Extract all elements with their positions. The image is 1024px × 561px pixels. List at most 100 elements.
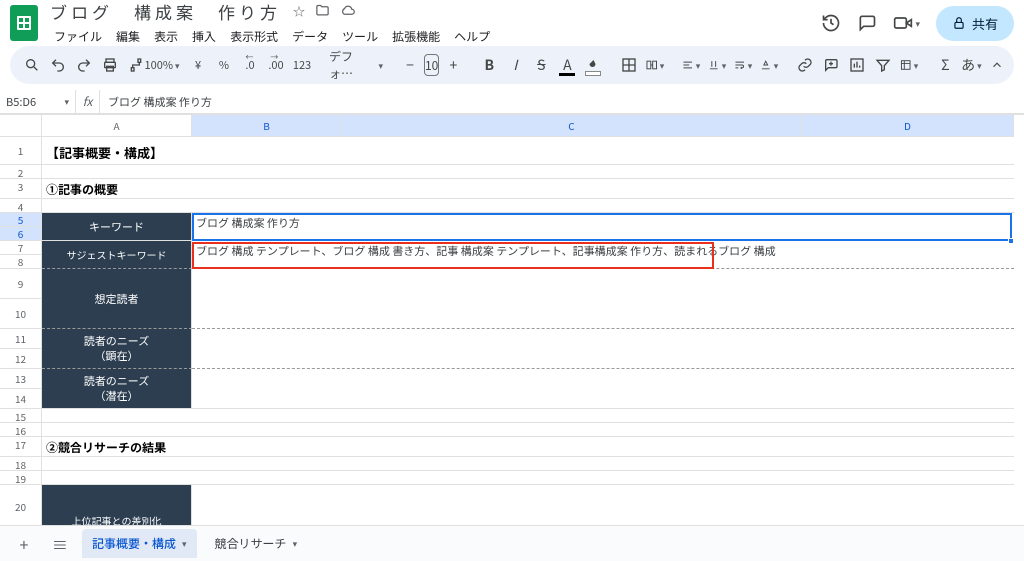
all-sheets-button[interactable]: ≡ xyxy=(46,532,74,556)
cell-B5-value[interactable]: ブログ 構成案 作り方 xyxy=(192,213,1014,241)
select-all-corner[interactable] xyxy=(0,115,42,137)
number-format-button[interactable]: 123 xyxy=(290,52,314,78)
cell-A7-label[interactable]: サジェストキーワード xyxy=(42,241,192,269)
menu-extensions[interactable]: 拡張機能 xyxy=(386,26,446,47)
currency-button[interactable]: ¥ xyxy=(186,52,210,78)
text-wrap-button[interactable] xyxy=(731,52,755,78)
collapse-toolbar-icon[interactable] xyxy=(985,52,1009,78)
strikethrough-button[interactable]: S xyxy=(529,52,553,78)
col-header-B[interactable]: B xyxy=(192,115,342,137)
filter-button[interactable] xyxy=(871,52,895,78)
history-icon[interactable] xyxy=(821,13,841,33)
cell-A15[interactable] xyxy=(42,409,1014,423)
move-icon[interactable] xyxy=(315,3,330,20)
percent-button[interactable]: % xyxy=(212,52,236,78)
cell-A4[interactable] xyxy=(42,199,1014,213)
row-header-6[interactable]: 6 xyxy=(0,227,42,241)
sheet-tab-active[interactable]: 記事概要・構成▾ xyxy=(82,529,197,558)
col-header-A[interactable]: A xyxy=(42,115,192,137)
cell-B7-value[interactable]: ブログ 構成 テンプレート、ブログ 構成 書き方、記事 構成案 テンプレート、記… xyxy=(192,241,1014,269)
text-rotation-button[interactable] xyxy=(757,52,781,78)
vertical-align-button[interactable] xyxy=(705,52,729,78)
row-header-14[interactable]: 14 xyxy=(0,389,42,409)
cloud-status-icon[interactable] xyxy=(340,3,356,20)
document-title[interactable]: ブログ 構成案 作り方 xyxy=(48,0,283,24)
increase-decimal-button[interactable]: .00→ xyxy=(264,52,288,78)
name-box[interactable]: B5:D6▾ xyxy=(0,90,76,113)
cell-B20[interactable] xyxy=(192,485,1014,525)
cell-A18[interactable] xyxy=(42,457,1014,471)
row-header-3[interactable]: 3 xyxy=(0,179,42,199)
row-header-20[interactable]: 20 xyxy=(0,485,42,525)
row-header-7[interactable]: 7 xyxy=(0,241,42,255)
row-header-4[interactable]: 4 xyxy=(0,199,42,213)
row-header-11[interactable]: 11 xyxy=(0,329,42,349)
fill-color-button[interactable] xyxy=(581,52,605,78)
row-header-1[interactable]: 1 xyxy=(0,137,42,165)
row-header-15[interactable]: 15 xyxy=(0,409,42,423)
comments-icon[interactable] xyxy=(857,13,877,33)
tab-menu-caret[interactable]: ▾ xyxy=(182,537,187,550)
cell-A17[interactable]: ②競合リサーチの結果 xyxy=(42,437,1014,457)
zoom-dropdown[interactable]: 100% xyxy=(150,52,174,78)
insert-comment-button[interactable] xyxy=(819,52,843,78)
selection-handle[interactable] xyxy=(1008,238,1014,244)
cell-A13-label[interactable]: 読者のニーズ（潜在） xyxy=(42,369,192,409)
search-menus-icon[interactable] xyxy=(20,52,44,78)
row-header-17[interactable]: 17 xyxy=(0,437,42,457)
filter-views-button[interactable] xyxy=(897,52,921,78)
bold-button[interactable]: B xyxy=(477,52,501,78)
menu-tools[interactable]: ツール xyxy=(336,26,384,47)
font-size-input[interactable]: 10 xyxy=(424,54,439,76)
link-button[interactable] xyxy=(793,52,817,78)
row-header-16[interactable]: 16 xyxy=(0,423,42,437)
formula-bar[interactable]: ブログ 構成案 作り方 xyxy=(100,94,1024,110)
functions-button[interactable]: Σ xyxy=(933,52,957,78)
sheets-logo[interactable] xyxy=(10,5,38,41)
cell-A11-label[interactable]: 読者のニーズ（顕在） xyxy=(42,329,192,369)
insert-chart-button[interactable] xyxy=(845,52,869,78)
undo-icon[interactable] xyxy=(46,52,70,78)
font-family-dropdown[interactable]: デフォ… xyxy=(326,52,386,78)
print-icon[interactable] xyxy=(98,52,122,78)
sheet-tab-2[interactable]: 競合リサーチ▾ xyxy=(205,529,308,558)
star-icon[interactable]: ☆ xyxy=(293,3,305,20)
col-header-C[interactable]: C xyxy=(342,115,802,137)
redo-icon[interactable] xyxy=(72,52,96,78)
cell-B13-value[interactable] xyxy=(192,369,1014,409)
row-header-13[interactable]: 13 xyxy=(0,369,42,389)
row-header-5[interactable]: 5 xyxy=(0,213,42,227)
merge-cells-button[interactable] xyxy=(643,52,667,78)
cell-A5-label[interactable]: キーワード xyxy=(42,213,192,241)
cell-A16[interactable] xyxy=(42,423,1014,437)
row-header-8[interactable]: 8 xyxy=(0,255,42,269)
meet-icon[interactable]: ▾ xyxy=(893,13,920,33)
cell-A1[interactable]: 【記事概要・構成】 xyxy=(42,137,1014,165)
borders-button[interactable] xyxy=(617,52,641,78)
menu-insert[interactable]: 挿入 xyxy=(186,26,222,47)
cell-A20-label[interactable]: 上位記事との差別化 xyxy=(42,485,192,525)
menu-edit[interactable]: 編集 xyxy=(110,26,146,47)
add-sheet-button[interactable]: + xyxy=(10,532,38,556)
row-header-12[interactable]: 12 xyxy=(0,349,42,369)
horizontal-align-button[interactable] xyxy=(679,52,703,78)
menu-view[interactable]: 表示 xyxy=(148,26,184,47)
cell-A9-label[interactable]: 想定読者 xyxy=(42,269,192,329)
row-header-10[interactable]: 10 xyxy=(0,299,42,329)
col-header-D[interactable]: D xyxy=(802,115,1014,137)
menu-format[interactable]: 表示形式 xyxy=(224,26,284,47)
cell-B9-value[interactable] xyxy=(192,269,1014,329)
font-size-increase[interactable]: + xyxy=(441,52,465,78)
cell-A3[interactable]: ①記事の概要 xyxy=(42,179,1014,199)
menu-data[interactable]: データ xyxy=(286,26,334,47)
cell-A19[interactable] xyxy=(42,471,1014,485)
row-header-18[interactable]: 18 xyxy=(0,457,42,471)
cell-A2[interactable] xyxy=(42,165,1014,179)
row-header-19[interactable]: 19 xyxy=(0,471,42,485)
decrease-decimal-button[interactable]: .0← xyxy=(238,52,262,78)
row-header-2[interactable]: 2 xyxy=(0,165,42,179)
menu-help[interactable]: ヘルプ xyxy=(448,26,496,47)
italic-button[interactable]: I xyxy=(503,52,527,78)
menu-file[interactable]: ファイル xyxy=(48,26,108,47)
tab-menu-caret-2[interactable]: ▾ xyxy=(293,537,298,550)
